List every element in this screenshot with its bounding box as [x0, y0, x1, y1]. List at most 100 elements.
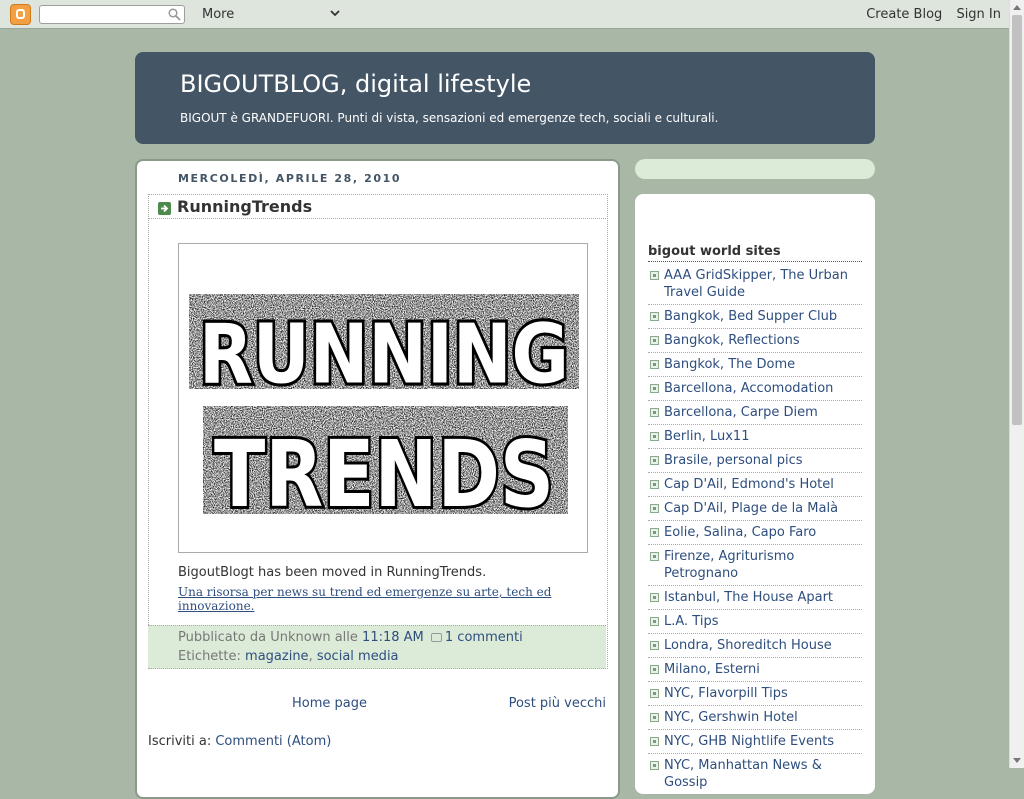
site-link[interactable]: Cap D'Ail, Edmond's Hotel: [664, 477, 834, 492]
image-word-trends: TRENDS: [214, 421, 554, 528]
list-item: Berlin, Lux11: [648, 425, 862, 449]
widget-title: bigout world sites: [648, 244, 862, 262]
site-link[interactable]: Milano, Esterni: [664, 662, 760, 677]
list-item: AAA GridSkipper, The Urban Travel Guide: [648, 264, 862, 305]
site-link[interactable]: AAA GridSkipper, The Urban Travel Guide: [664, 268, 848, 300]
site-link[interactable]: Londra, Shoreditch House: [664, 638, 832, 653]
bullet-icon: [650, 408, 659, 417]
scroll-up-icon[interactable]: [1013, 5, 1021, 10]
bullet-icon: [650, 384, 659, 393]
post-title[interactable]: RunningTrends: [177, 197, 312, 216]
chevron-down-icon[interactable]: [330, 8, 340, 18]
post-date: MERCOLEDÌ, APRILE 28, 2010: [178, 172, 402, 185]
blog-description: BIGOUT è GRANDEFUORI. Punti di vista, se…: [180, 111, 719, 125]
site-link[interactable]: Barcellona, Accomodation: [664, 381, 833, 396]
bullet-icon: [650, 713, 659, 722]
list-item: Bangkok, Bed Supper Club: [648, 305, 862, 329]
list-item: L.A. Tips: [648, 610, 862, 634]
bullet-icon: [650, 336, 659, 345]
list-item: Bangkok, Reflections: [648, 329, 862, 353]
bullet-icon: [650, 312, 659, 321]
page-scrollbar[interactable]: [1009, 0, 1024, 768]
running-trends-link[interactable]: Una risorsa per news su trend ed emergen…: [178, 585, 618, 613]
site-link[interactable]: NYC, Flavorpill Tips: [664, 686, 788, 701]
site-link[interactable]: NYC, Manhattan News & Gossip: [664, 758, 822, 790]
sidebar-top-pill: [635, 159, 875, 179]
list-item: Barcellona, Accomodation: [648, 377, 862, 401]
scroll-down-icon[interactable]: [1013, 758, 1021, 763]
blogger-logo-icon[interactable]: [10, 4, 31, 25]
comments-atom-link[interactable]: Commenti (Atom): [215, 734, 331, 749]
image-word-running: RUNNING: [199, 307, 569, 402]
comment-icon: [430, 633, 442, 642]
search-icon[interactable]: [168, 8, 181, 21]
site-link[interactable]: Firenze, Agriturismo Petrognano: [664, 549, 794, 581]
site-link[interactable]: Eolie, Salina, Capo Faro: [664, 525, 816, 540]
bullet-icon: [650, 761, 659, 770]
bullet-icon: [650, 360, 659, 369]
main-column: MERCOLEDÌ, APRILE 28, 2010 RunningTrends: [135, 159, 620, 799]
create-blog-link[interactable]: Create Blog: [866, 7, 942, 22]
site-link[interactable]: NYC, Gershwin Hotel: [664, 710, 798, 725]
bullet-icon: [650, 504, 659, 513]
list-item: Milano, Esterni: [648, 658, 862, 682]
blogger-navbar: More Create Blog Sign In: [0, 0, 1009, 29]
bullet-icon: [650, 665, 659, 674]
older-posts-link[interactable]: Post più vecchi: [509, 696, 606, 711]
site-link[interactable]: Bangkok, Reflections: [664, 333, 800, 348]
bullet-icon: [650, 480, 659, 489]
site-link[interactable]: Bangkok, Bed Supper Club: [664, 309, 837, 324]
post-time-link[interactable]: 11:18 AM: [362, 630, 424, 645]
bullet-icon: [650, 432, 659, 441]
site-link[interactable]: Istanbul, The House Apart: [664, 590, 833, 605]
label-magazine-link[interactable]: magazine: [245, 649, 309, 664]
list-item: NYC, Manhattan News & Gossip: [648, 754, 862, 795]
blog-header: BIGOUTBLOG, digital lifestyle BIGOUT è G…: [135, 52, 875, 144]
posted-by-text: Pubblicato da Unknown alle: [178, 630, 358, 645]
bullet-icon: [650, 737, 659, 746]
site-link[interactable]: Brasile, personal pics: [664, 453, 803, 468]
more-dropdown[interactable]: More: [202, 7, 234, 22]
bullet-icon: [650, 552, 659, 561]
bullet-icon: [650, 593, 659, 602]
list-item: Istanbul, The House Apart: [648, 586, 862, 610]
subscribe-line: Iscriviti a: Commenti (Atom): [148, 734, 331, 749]
labels-prefix: Etichette:: [178, 649, 241, 664]
scroll-thumb[interactable]: [1012, 15, 1022, 425]
post-footer-line2: Etichette: magazine, social media: [178, 649, 399, 664]
sidebar: bigout world sites AAA GridSkipper, The …: [635, 194, 875, 795]
bullet-icon: [650, 456, 659, 465]
site-link[interactable]: Bangkok, The Dome: [664, 357, 795, 372]
subscribe-prefix: Iscriviti a:: [148, 734, 212, 749]
home-page-link[interactable]: Home page: [292, 696, 367, 711]
site-link[interactable]: Barcellona, Carpe Diem: [664, 405, 818, 420]
bullet-icon: [650, 271, 659, 280]
site-link[interactable]: NYC, GHB Nightlife Events: [664, 734, 834, 749]
bullet-icon: [650, 689, 659, 698]
running-trends-image[interactable]: RUNNING TRENDS: [178, 243, 588, 553]
site-link[interactable]: Cap D'Ail, Plage de la Malà: [664, 501, 838, 516]
post-body-text: BigoutBlogt has been moved in RunningTre…: [178, 565, 487, 580]
bullet-icon: [650, 528, 659, 537]
comments-link[interactable]: 1 commenti: [445, 630, 523, 645]
blog-title[interactable]: BIGOUTBLOG, digital lifestyle: [180, 70, 531, 98]
list-item: Cap D'Ail, Plage de la Malà: [648, 497, 862, 521]
search-input[interactable]: [39, 5, 185, 24]
sign-in-link[interactable]: Sign In: [956, 7, 1001, 22]
site-link[interactable]: Berlin, Lux11: [664, 429, 749, 444]
list-item: Eolie, Salina, Capo Faro: [648, 521, 862, 545]
list-item: NYC, GHB Nightlife Events: [648, 730, 862, 754]
list-item: Cap D'Ail, Edmond's Hotel: [648, 473, 862, 497]
arrow-right-icon: [158, 202, 171, 215]
list-item: Brasile, personal pics: [648, 449, 862, 473]
site-link[interactable]: L.A. Tips: [664, 614, 718, 629]
post-title-row: RunningTrends: [148, 194, 606, 219]
bullet-icon: [650, 617, 659, 626]
sites-list: AAA GridSkipper, The Urban Travel Guide …: [648, 264, 862, 795]
bullet-icon: [650, 641, 659, 650]
list-item: Firenze, Agriturismo Petrognano: [648, 545, 862, 586]
list-item: NYC, Gershwin Hotel: [648, 706, 862, 730]
label-social-media-link[interactable]: social media: [317, 649, 399, 664]
list-item: NYC, Flavorpill Tips: [648, 682, 862, 706]
post-footer-line1: Pubblicato da Unknown alle 11:18 AM 1 co…: [178, 630, 523, 645]
